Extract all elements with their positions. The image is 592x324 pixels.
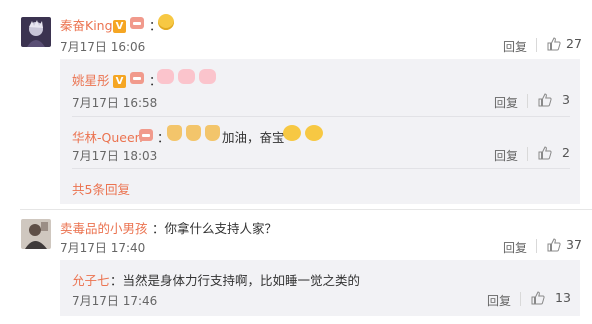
like-count: 2 <box>562 145 570 160</box>
reply-text: ：当然是身体力行支持啊，比如睡一觉之类的 <box>110 273 361 288</box>
reply-emojis <box>167 125 220 141</box>
reply-badges: V <box>113 71 144 88</box>
pig-face-icon <box>198 69 216 84</box>
pig-face-icon <box>157 69 174 84</box>
hug-icon <box>304 125 323 141</box>
thumbs-up-icon <box>531 291 545 305</box>
reply-username[interactable]: 华林-Queen <box>72 127 143 146</box>
waving-hand-icon <box>204 125 220 141</box>
divider <box>72 116 570 117</box>
like-count: 27 <box>566 36 582 51</box>
thumbs-up-icon <box>538 146 552 160</box>
comment-divider <box>20 209 592 210</box>
like-button[interactable]: 37 <box>547 237 582 255</box>
avatar[interactable] <box>21 17 51 47</box>
avatar[interactable] <box>21 219 51 249</box>
comment-emoji <box>158 14 174 30</box>
divider <box>72 168 570 169</box>
like-count: 3 <box>562 92 570 107</box>
like-button[interactable]: 2 <box>538 145 570 163</box>
like-button[interactable]: 3 <box>538 92 570 110</box>
divider <box>527 147 528 161</box>
comment-text: ：你拿什么支持人家？ <box>152 221 278 236</box>
waving-hand-icon <box>185 125 201 141</box>
like-count: 37 <box>566 237 582 252</box>
reply-text: 加油，奋宝 <box>222 130 285 145</box>
divider <box>520 292 521 306</box>
surprised-face-icon <box>158 14 174 30</box>
divider <box>536 38 537 52</box>
comment-username[interactable]: 秦奋King <box>60 15 113 34</box>
comment-timestamp: 7月17日 17:40 <box>60 241 146 255</box>
thumbs-up-icon <box>547 37 561 51</box>
reply-timestamp: 7月17日 18:03 <box>72 149 158 163</box>
vip-crown-icon <box>129 17 144 29</box>
like-button[interactable]: 27 <box>547 36 582 54</box>
divider <box>527 94 528 108</box>
comment-timestamp: 7月17日 16:06 <box>60 40 146 54</box>
comment-username[interactable]: 卖毒品的小男孩 <box>60 218 148 237</box>
reply-timestamp: 7月17日 16:58 <box>72 96 158 110</box>
v-badge-icon: V <box>113 20 126 33</box>
reply-timestamp: 7月17日 17:46 <box>72 294 158 308</box>
waving-hand-icon <box>167 125 182 141</box>
thumbs-up-icon <box>538 93 552 107</box>
like-count: 13 <box>555 290 571 305</box>
vip-crown-icon <box>139 129 153 141</box>
more-replies-link[interactable]: 共5条回复 <box>72 179 130 198</box>
hug-icon <box>283 125 301 141</box>
reply-badges <box>139 128 153 142</box>
like-button[interactable]: 13 <box>531 290 571 308</box>
reply-button[interactable]: 回复 <box>494 94 518 111</box>
reply-button[interactable]: 回复 <box>503 38 527 55</box>
vip-crown-icon <box>129 72 144 84</box>
reply-emojis <box>157 69 216 84</box>
reply-username[interactable]: 允子七 <box>72 270 110 289</box>
reply-button[interactable]: 回复 <box>487 292 511 309</box>
reply-button[interactable]: 回复 <box>494 147 518 164</box>
comment-badges: V <box>113 16 144 33</box>
reply-username[interactable]: 姚星彤 <box>72 70 110 89</box>
thumbs-up-icon <box>547 238 561 252</box>
pig-face-icon <box>177 69 195 84</box>
v-badge-icon: V <box>113 75 126 88</box>
reply-emojis <box>283 125 323 141</box>
divider <box>536 239 537 253</box>
reply-button[interactable]: 回复 <box>503 239 527 256</box>
